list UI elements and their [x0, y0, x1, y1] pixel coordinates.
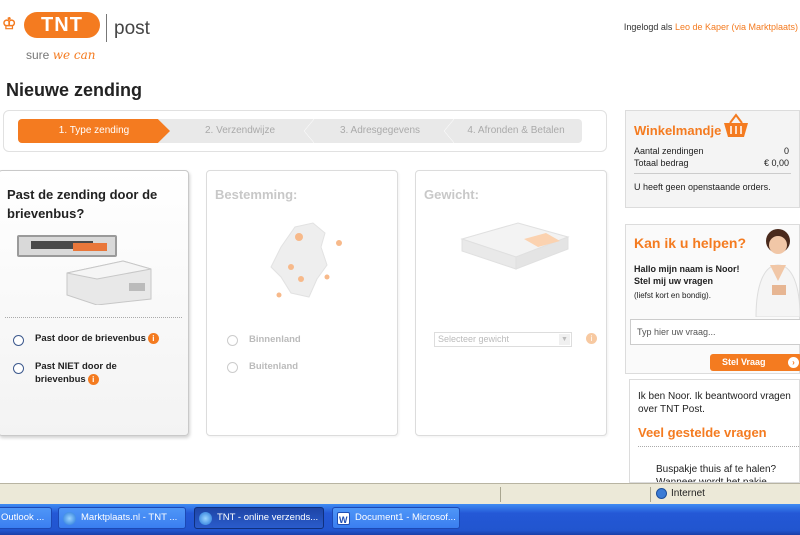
word-icon — [337, 510, 350, 528]
ie-icon — [199, 512, 212, 525]
help-title: Kan ik u helpen? — [634, 235, 747, 251]
netherlands-map-illustration — [270, 222, 342, 298]
ask-question-button[interactable]: Stel Vraag › — [710, 354, 800, 371]
cart-divider — [634, 173, 791, 174]
cart-count-row: Aantal zendingen 0 — [634, 146, 789, 156]
taskbar-button-outlook[interactable]: Outlook ... — [0, 507, 52, 529]
cart-title[interactable]: Winkelmandje — [634, 123, 721, 138]
radio-buitenland[interactable] — [227, 362, 238, 373]
crown-icon: ♔ — [2, 16, 17, 33]
taskbar-button-word[interactable]: Document1 - Microsof... — [332, 507, 460, 529]
option-buitenland[interactable]: Buitenland — [249, 360, 298, 373]
card-weight: Gewicht: Selecteer gewicht ▼ i — [415, 170, 607, 436]
step-type-zending[interactable]: 1. Type zending — [18, 119, 170, 143]
card-divider — [5, 317, 182, 318]
logo-divider — [106, 14, 107, 42]
logged-in-info: Ingelogd als Leo de Kaper (via Marktplaa… — [623, 22, 798, 32]
cart-total-row: Totaal bedrag € 0,00 — [634, 158, 789, 168]
faq-divider — [638, 446, 799, 447]
security-zone[interactable]: Internet — [656, 488, 705, 499]
assistant-avatar — [755, 229, 800, 317]
basket-icon[interactable] — [722, 113, 750, 139]
info-icon[interactable]: i — [586, 333, 597, 344]
step-adresgegevens[interactable]: 3. Adresgegevens — [310, 119, 450, 143]
status-divider — [500, 487, 501, 502]
card-destination-title: Bestemming: — [215, 187, 298, 202]
taskbar-button-marktplaats[interactable]: Marktplaats.nl - TNT ... — [58, 507, 186, 529]
taskbar-button-tnt[interactable]: TNT - online verzends... — [194, 507, 324, 529]
faq-panel: Ik ben Noor. Ik beantwoord vragen over T… — [629, 379, 800, 483]
cart-message: U heeft geen openstaande orders. — [634, 182, 771, 192]
browser-status-bar: Internet — [0, 483, 800, 504]
radio-fits-letterbox[interactable] — [13, 335, 24, 346]
step-afronden-betalen[interactable]: 4. Afronden & Betalen — [450, 119, 582, 143]
weight-select[interactable]: Selecteer gewicht ▼ — [434, 332, 572, 347]
option-fits-letterbox[interactable]: Past door de brievenbus i — [35, 332, 159, 345]
help-hint: (liefst kort en bondig). — [634, 291, 711, 300]
info-icon[interactable]: i — [147, 332, 159, 344]
faq-item[interactable]: Buspakje thuis af te halen? Wanneer word… — [656, 463, 799, 482]
arrow-right-icon: › — [788, 357, 799, 368]
question-input[interactable]: Typ hier uw vraag... — [630, 319, 800, 345]
faq-title: Veel gestelde vragen — [638, 425, 767, 440]
card-size: Past de zending door de brievenbus? Past… — [0, 170, 189, 436]
steps-panel: 1. Type zending 2. Verzendwijze 3. Adres… — [3, 110, 607, 152]
tnt-logo-mark: TNT — [24, 12, 100, 38]
windows-taskbar: Outlook ... Marktplaats.nl - TNT ... TNT… — [0, 504, 800, 535]
step-verzendwijze[interactable]: 2. Verzendwijze — [170, 119, 310, 143]
chevron-down-icon[interactable]: ▼ — [559, 334, 570, 345]
user-link[interactable]: Leo de Kaper (via Marktplaats) — [675, 22, 798, 32]
info-icon[interactable]: i — [87, 373, 99, 385]
page-title: Nieuwe zending — [6, 80, 143, 100]
option-binnenland[interactable]: Binnenland — [249, 333, 301, 346]
globe-icon — [656, 488, 667, 499]
tnt-post-logo[interactable]: ♔ TNT post sure we can — [2, 6, 162, 68]
logo-post-text: post — [114, 18, 150, 39]
radio-not-fits-letterbox[interactable] — [13, 363, 24, 374]
progress-steps: 1. Type zending 2. Verzendwijze 3. Adres… — [18, 119, 582, 143]
card-size-title: Past de zending door de brievenbus? — [7, 187, 158, 221]
card-destination: Bestemming: Binnenland Buitenland — [206, 170, 398, 436]
help-panel: Kan ik u helpen? Hallo mijn naam is Noor… — [625, 224, 800, 374]
letterbox-illustration — [17, 235, 152, 305]
radio-binnenland[interactable] — [227, 335, 238, 346]
option-not-fits-letterbox[interactable]: Past NIET door de brievenbus i — [35, 360, 135, 386]
card-weight-title: Gewicht: — [424, 187, 479, 202]
tagline: sure we can — [26, 48, 96, 62]
shopping-cart-panel: Winkelmandje Aantal zendingen 0 Totaal be… — [625, 110, 800, 208]
help-greeting: Hallo mijn naam is Noor! Stel mij uw vra… — [634, 264, 740, 286]
ie-icon — [63, 512, 76, 525]
scale-illustration — [460, 222, 570, 270]
status-divider — [650, 487, 651, 502]
faq-intro: Ik ben Noor. Ik beantwoord vragen over T… — [638, 391, 791, 415]
